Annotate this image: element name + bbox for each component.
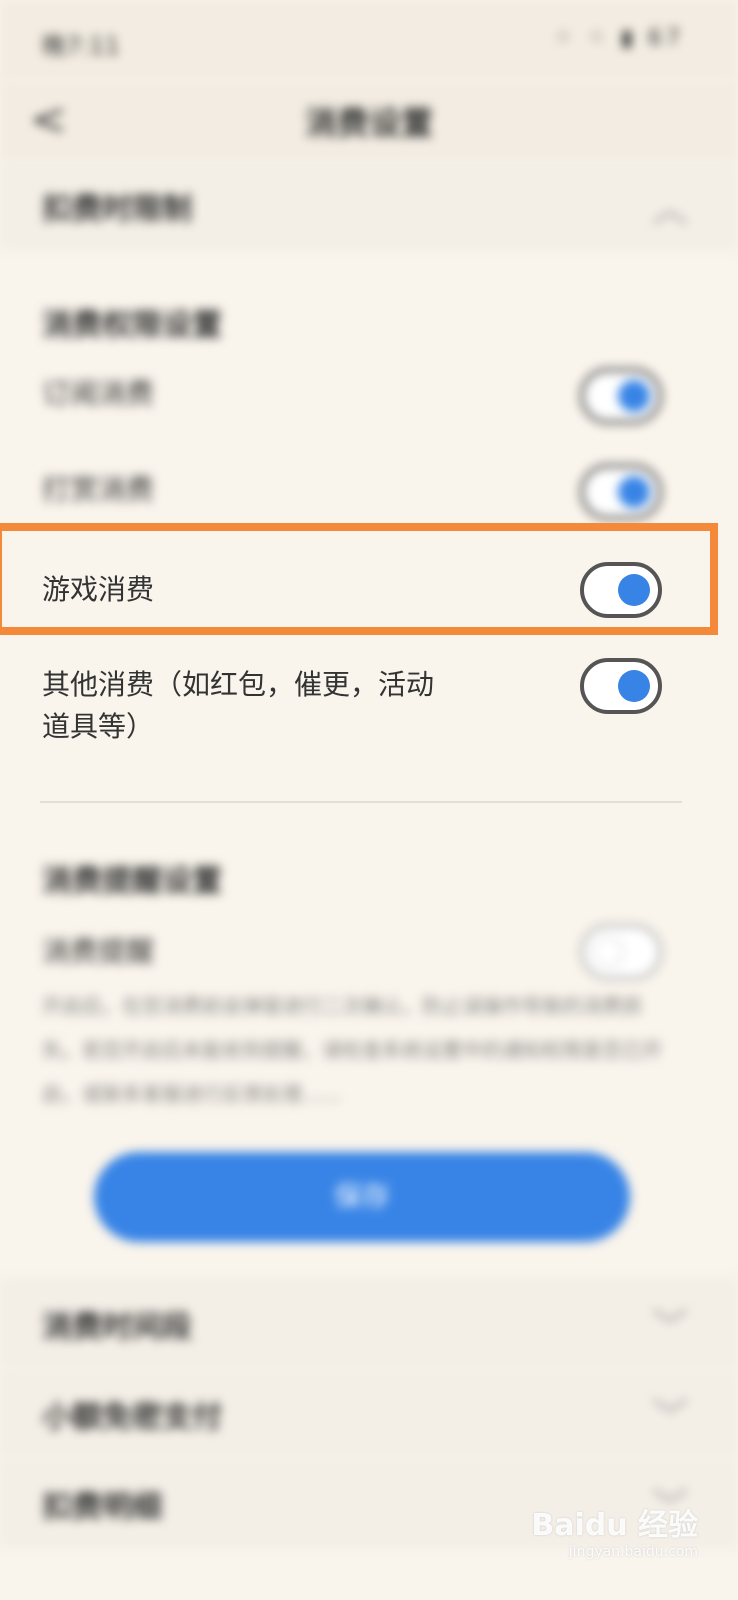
signal-battery-icon: ⁘ ⁘ ▮ 67 [554, 26, 684, 51]
row-label-subscribe: 订阅消费 [42, 377, 155, 410]
chevron-up-icon: ︿ [651, 189, 688, 230]
section-header-time[interactable]: 消费时间段 ﹀ [0, 1278, 738, 1368]
section-label: 消费时间段 [42, 1310, 192, 1345]
row-label-other: 其他消费（如红包，催更，活动道具等） [42, 668, 435, 743]
section-label: 扣费时限制 [42, 192, 192, 227]
toggle-tip[interactable] [580, 464, 662, 520]
divider [40, 801, 682, 803]
status-bar: 晚7:11 ⁘ ⁘ ▮ 67 [0, 0, 738, 80]
save-button[interactable]: 保存 [94, 1152, 630, 1242]
reminder-description: 开启后，在您消费前会弹窗进行二次确认，防止误操作导致的消费损失。若您开启后未能收… [42, 994, 662, 1106]
nav-bar: < 消费设置 [0, 80, 738, 160]
toggle-knob [618, 380, 650, 412]
baidu-watermark: Baidu 经验 jingyan.baidu.com [531, 1500, 698, 1560]
page-title: 消费设置 [304, 104, 433, 142]
highlight-box [0, 523, 718, 635]
toggle-reminder[interactable] [580, 924, 662, 980]
subsection-title-permission: 消费权限设置 [42, 308, 222, 343]
chevron-down-icon: ﹀ [651, 1307, 688, 1348]
toggle-subscribe[interactable] [580, 368, 662, 424]
subsection-title-reminder: 消费提醒设置 [42, 864, 222, 899]
watermark-sub: jingyan.baidu.com [568, 1544, 698, 1560]
toggle-knob [618, 476, 650, 508]
watermark-main: Baidu 经验 [531, 1508, 698, 1543]
chevron-down-icon: ﹀ [651, 1397, 688, 1438]
section-header-top[interactable]: 扣费时限制 ︿ [0, 160, 738, 250]
toggle-other[interactable] [580, 658, 662, 714]
row-label-reminder: 消费提醒 [42, 935, 155, 968]
row-label-tip: 打赏消费 [42, 473, 155, 506]
section-label: 扣费明细 [42, 1490, 162, 1525]
toggle-knob [592, 936, 624, 968]
section-label: 小额免密支付 [42, 1400, 222, 1435]
status-time: 晚7:11 [42, 32, 120, 60]
section-header-nopwd[interactable]: 小额免密支付 ﹀ [0, 1368, 738, 1458]
toggle-knob [618, 670, 650, 702]
